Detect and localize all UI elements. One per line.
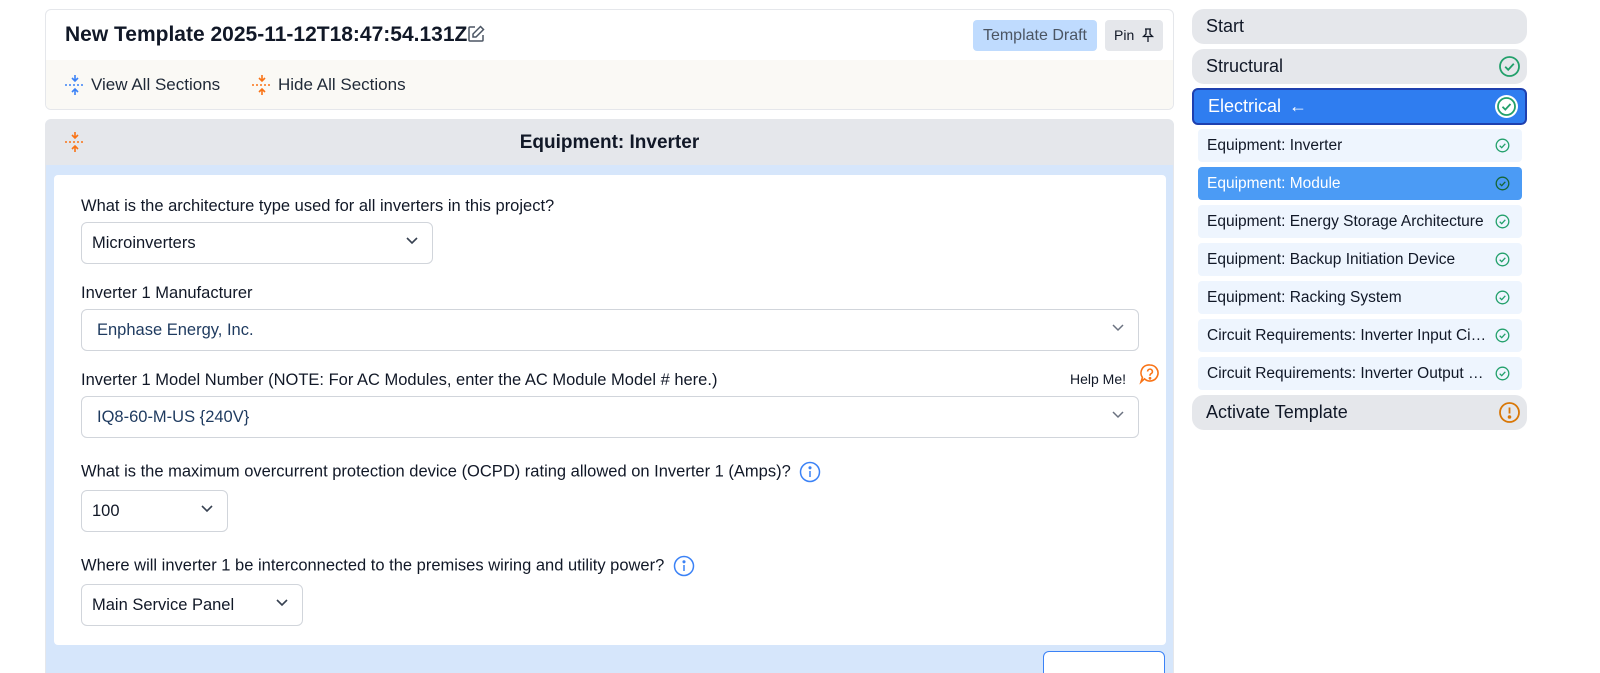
model-select[interactable]: IQ8-60-M-US {240V}: [81, 396, 1139, 438]
chevron-down-icon: [276, 599, 288, 607]
hide-all-sections-button[interactable]: Hide All Sections: [251, 74, 406, 96]
pin-label: Pin: [1114, 27, 1135, 43]
help-icon[interactable]: [1139, 363, 1161, 390]
check-circle-icon: [1495, 290, 1510, 305]
view-all-label: View All Sections: [91, 75, 221, 94]
check-circle-icon: [1495, 176, 1510, 191]
section-footer-button[interactable]: [1043, 651, 1165, 673]
section-title: Equipment: Inverter: [519, 132, 700, 153]
nav-item-label: Equipment: Energy Storage Architecture: [1207, 213, 1484, 230]
hide-all-label: Hide All Sections: [278, 75, 406, 94]
ocpd-value: 100: [92, 502, 120, 520]
nav-item-racking-system[interactable]: Equipment: Racking System: [1198, 281, 1522, 314]
nav-step-electrical[interactable]: Electrical ←: [1192, 88, 1527, 125]
nav-item-label: Equipment: Backup Initiation Device: [1207, 251, 1456, 268]
chevron-down-icon: [406, 237, 418, 245]
manufacturer-select[interactable]: Enphase Energy, Inc.: [81, 309, 1139, 351]
nav-item-label: Circuit Requirements: Inverter Input Cir…: [1207, 327, 1489, 344]
help-me-button[interactable]: Help Me!: [1070, 371, 1126, 387]
architecture-question: What is the architecture type used for a…: [81, 197, 555, 215]
check-circle-icon: [1495, 138, 1510, 153]
section-form: What is the architecture type used for a…: [54, 175, 1166, 645]
collapse-section-icon[interactable]: [64, 131, 86, 158]
info-icon[interactable]: [673, 555, 695, 577]
edit-title-icon[interactable]: [466, 24, 486, 44]
model-question: Inverter 1 Model Number (NOTE: For AC Mo…: [81, 371, 718, 389]
nav-item-backup-initiation[interactable]: Equipment: Backup Initiation Device: [1198, 243, 1522, 276]
nav-step-structural[interactable]: Structural: [1192, 49, 1527, 84]
nav-item-label: Equipment: Racking System: [1207, 289, 1402, 306]
expand-icon: [65, 75, 85, 95]
section-equipment-inverter: Equipment: Inverter What is the architec…: [45, 119, 1174, 673]
nav-item-inverter-output-circuit[interactable]: Circuit Requirements: Inverter Output Ci…: [1198, 357, 1522, 390]
chevron-down-icon: [201, 505, 213, 513]
interconnection-value: Main Service Panel: [92, 596, 235, 614]
section-actions: View All Sections Hide All Sections: [46, 60, 1173, 109]
arrow-left-icon: ←: [1289, 96, 1308, 116]
chevron-down-icon: [1112, 324, 1124, 332]
nav-step-label: Activate Template: [1206, 402, 1348, 422]
model-value: IQ8-60-M-US {240V}: [97, 408, 250, 426]
ocpd-question-text: What is the maximum overcurrent protecti…: [81, 462, 791, 481]
interconnection-question-text: Where will inverter 1 be interconnected …: [81, 556, 665, 575]
check-circle-icon: [1495, 366, 1510, 381]
collapse-icon: [252, 75, 272, 95]
info-icon[interactable]: [799, 461, 821, 483]
nav-step-label: Start: [1206, 16, 1245, 36]
nav-item-label: Equipment: Inverter: [1207, 137, 1343, 154]
warning-circle-icon: [1499, 402, 1520, 423]
architecture-value: Microinverters: [92, 234, 196, 252]
check-circle-icon: [1495, 214, 1510, 229]
pin-icon: [1141, 28, 1155, 42]
ocpd-select[interactable]: 100: [81, 490, 228, 532]
architecture-select[interactable]: Microinverters: [81, 222, 433, 264]
template-header: New Template 2025-11-12T18:47:54.131Z Te…: [45, 9, 1174, 110]
page-title: New Template 2025-11-12T18:47:54.131Z: [65, 23, 468, 46]
interconnection-select[interactable]: Main Service Panel: [81, 584, 303, 626]
nav-item-equipment-module[interactable]: Equipment: Module: [1198, 167, 1522, 200]
nav-item-label: Equipment: Module: [1207, 175, 1341, 192]
manufacturer-question: Inverter 1 Manufacturer: [81, 284, 253, 302]
nav-item-inverter-input-circuit[interactable]: Circuit Requirements: Inverter Input Cir…: [1198, 319, 1522, 352]
status-badge: Template Draft: [972, 20, 1097, 51]
title-row: New Template 2025-11-12T18:47:54.131Z Te…: [46, 10, 1173, 60]
nav-item-label: Circuit Requirements: Inverter Output Ci…: [1207, 365, 1489, 382]
ocpd-question: What is the maximum overcurrent protecti…: [81, 461, 821, 483]
pin-button[interactable]: Pin: [1105, 20, 1163, 51]
nav-step-label: Electrical: [1208, 96, 1282, 116]
nav-step-start[interactable]: Start: [1192, 9, 1527, 44]
nav-step-label: Structural: [1206, 56, 1284, 76]
check-circle-icon: [1495, 95, 1518, 118]
nav-item-energy-storage[interactable]: Equipment: Energy Storage Architecture: [1198, 205, 1522, 238]
chevron-down-icon: [1112, 411, 1124, 419]
check-circle-icon: [1495, 328, 1510, 343]
interconnection-question: Where will inverter 1 be interconnected …: [81, 555, 695, 577]
check-circle-icon: [1495, 252, 1510, 267]
section-header[interactable]: Equipment: Inverter: [46, 120, 1173, 165]
check-circle-icon: [1499, 56, 1520, 77]
nav-item-equipment-inverter[interactable]: Equipment: Inverter: [1198, 129, 1522, 162]
view-all-sections-button[interactable]: View All Sections: [64, 74, 220, 96]
nav-step-activate-template[interactable]: Activate Template: [1192, 395, 1527, 430]
manufacturer-value: Enphase Energy, Inc.: [97, 321, 254, 339]
